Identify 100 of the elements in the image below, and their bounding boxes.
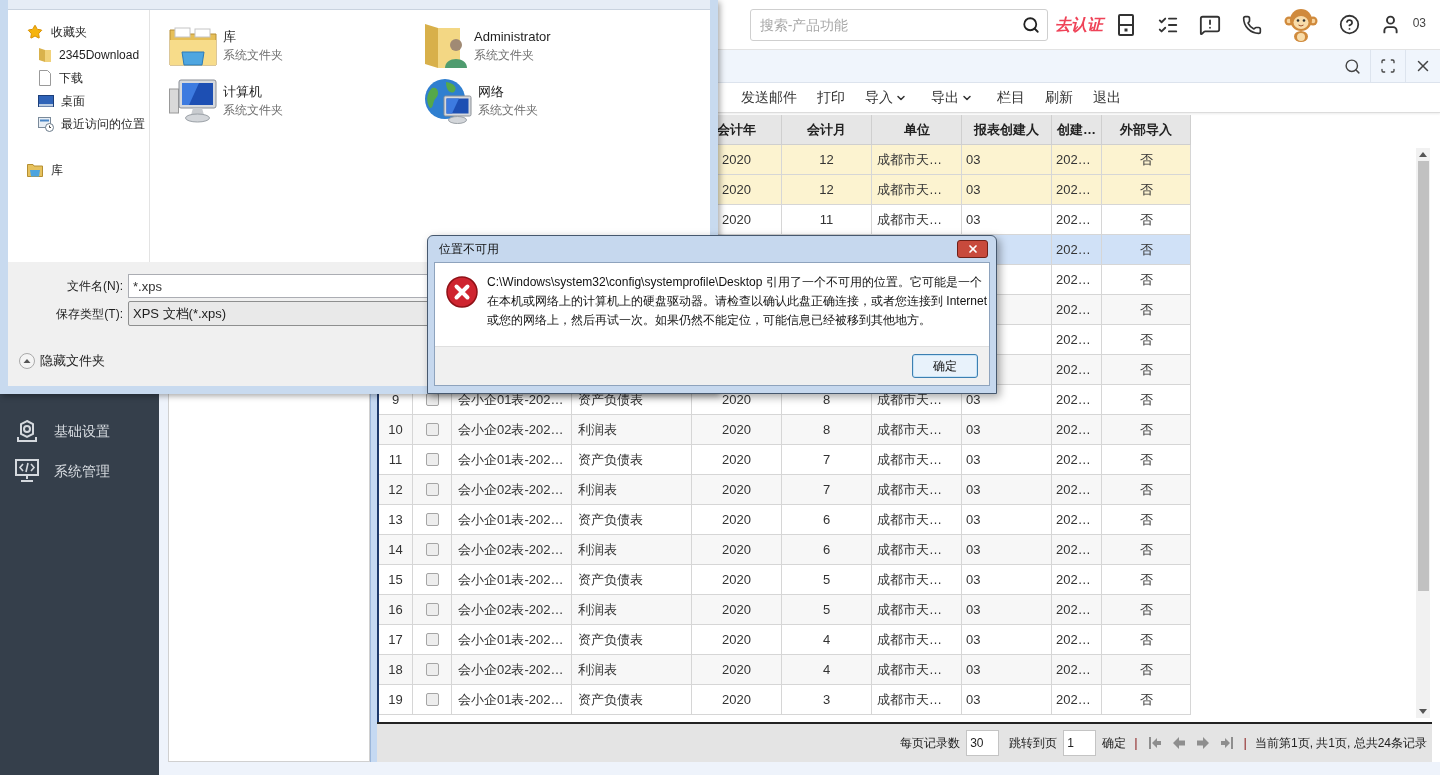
monkey-icon[interactable] xyxy=(1283,7,1318,42)
folder-item[interactable]: 计算机 系统文件夹 xyxy=(169,73,424,128)
column-header[interactable]: 创建… xyxy=(1052,115,1102,145)
column-header[interactable]: 外部导入 xyxy=(1102,115,1191,145)
toolbar-button[interactable]: 退出 xyxy=(1093,87,1121,108)
close-icon xyxy=(966,243,979,255)
page-size-field[interactable]: 30 xyxy=(966,730,1000,756)
nav-item[interactable]: 库 xyxy=(8,158,149,181)
folder-type: 系统文件夹 xyxy=(223,101,283,118)
toolbar-button[interactable]: 导入 xyxy=(865,87,907,108)
table-cell: 12 xyxy=(782,175,872,205)
table-cell: 会小企01表-202… xyxy=(452,445,572,475)
table-cell: 3 xyxy=(782,685,872,715)
nav-item[interactable]: 最近访问的位置 xyxy=(8,112,149,135)
table-cell: 17 xyxy=(379,625,413,655)
first-page-icon[interactable] xyxy=(1147,736,1162,750)
file-name-label: 文件名(N): xyxy=(66,278,124,295)
table-cell: 19 xyxy=(379,685,413,715)
nav-item[interactable]: 桌面 xyxy=(8,89,149,112)
previous-page-icon[interactable] xyxy=(1171,736,1186,750)
table-cell: 2020 xyxy=(692,415,782,445)
folder-item[interactable]: Administrator 系统文件夹 xyxy=(424,18,679,73)
toolbar-button[interactable]: 导出 xyxy=(931,87,973,108)
table-cell: 否 xyxy=(1102,145,1191,175)
folder-item[interactable]: 库 系统文件夹 xyxy=(169,18,424,73)
row-checkbox[interactable] xyxy=(425,543,439,556)
table-cell: 03 xyxy=(962,175,1052,205)
scrollbar-thumb[interactable] xyxy=(1417,161,1429,591)
confirm-button[interactable]: 确定 xyxy=(1102,734,1127,752)
table-cell: 14 xyxy=(379,535,413,565)
row-checkbox[interactable] xyxy=(425,513,439,526)
table-cell: 03 xyxy=(962,475,1052,505)
table-cell: 7 xyxy=(782,445,872,475)
table-cell: 03 xyxy=(962,505,1052,535)
folder-item[interactable]: 网络 系统文件夹 xyxy=(424,73,679,128)
row-checkbox[interactable] xyxy=(425,483,439,496)
table-cell: 03 xyxy=(962,655,1052,685)
star-icon xyxy=(27,23,43,40)
row-checkbox[interactable] xyxy=(425,693,439,706)
row-checkbox[interactable] xyxy=(425,633,439,646)
row-checkbox[interactable] xyxy=(425,573,439,586)
nav-item[interactable]: 收藏夹 xyxy=(8,20,149,43)
nav-item[interactable]: 下载 xyxy=(8,66,149,89)
table-cell: 成都市天… xyxy=(872,205,962,235)
toolbar-button[interactable]: 刷新 xyxy=(1045,87,1073,108)
scroll-down-icon[interactable] xyxy=(1419,709,1427,714)
row-checkbox[interactable] xyxy=(425,423,439,436)
table-cell: 资产负债表 xyxy=(572,505,692,535)
sidebar-item[interactable]: 基础设置 xyxy=(0,411,159,451)
next-page-icon[interactable] xyxy=(1195,736,1210,750)
toolbar-button[interactable]: 栏目 xyxy=(997,87,1025,108)
table-cell: 202… xyxy=(1052,685,1102,715)
table-cell: 否 xyxy=(1102,475,1191,505)
search-field[interactable]: 搜索-产品功能 xyxy=(749,8,1048,41)
table-cell: 202… xyxy=(1052,565,1102,595)
toolbar-button[interactable]: 打印 xyxy=(817,87,845,108)
toolbar-button[interactable]: 发送邮件 xyxy=(741,87,797,108)
table-cell: 202… xyxy=(1052,385,1102,415)
search-icon[interactable] xyxy=(1344,57,1361,75)
table-cell: 202… xyxy=(1052,205,1102,235)
last-page-icon[interactable] xyxy=(1219,736,1234,750)
table-cell: 利润表 xyxy=(572,415,692,445)
table-cell: 202… xyxy=(1052,595,1102,625)
table-cell: 否 xyxy=(1102,235,1191,265)
page-summary: 当前第1页, 共1页, 总共24条记录 xyxy=(1254,735,1427,752)
help-icon[interactable] xyxy=(1339,14,1361,35)
column-header[interactable]: 单位 xyxy=(872,115,962,145)
row-checkbox[interactable] xyxy=(425,663,439,676)
hide-folders-button[interactable]: 隐藏文件夹 xyxy=(19,351,105,371)
page-field[interactable]: 1 xyxy=(1063,730,1097,756)
column-header[interactable]: 报表创建人 xyxy=(962,115,1052,145)
table-cell: 11 xyxy=(782,205,872,235)
phone-icon[interactable] xyxy=(1241,14,1262,35)
table-cell: 成都市天… xyxy=(872,625,962,655)
scroll-up-icon[interactable] xyxy=(1419,152,1427,157)
table-cell: 会小企02表-202… xyxy=(452,535,572,565)
error-icon xyxy=(446,276,478,308)
row-checkbox[interactable] xyxy=(425,603,439,616)
row-checkbox[interactable] xyxy=(425,453,439,466)
table-cell: 成都市天… xyxy=(872,175,962,205)
table-cell: 2020 xyxy=(692,655,782,685)
sidebar-item[interactable]: 系统管理 xyxy=(0,451,159,491)
column-header[interactable]: 会计月 xyxy=(782,115,872,145)
table-cell: 会小企01表-202… xyxy=(452,505,572,535)
scrollbar[interactable] xyxy=(1416,148,1430,718)
page-size-label: 每页记录数 xyxy=(900,735,961,752)
close-button[interactable] xyxy=(957,240,988,258)
ok-button[interactable]: 确定 xyxy=(912,354,978,378)
table-cell: 2020 xyxy=(692,535,782,565)
nav-item[interactable]: 2345Download xyxy=(8,43,149,66)
folder-name: 库 xyxy=(223,28,237,45)
table-cell: 否 xyxy=(1102,625,1191,655)
table-cell: 03 xyxy=(962,595,1052,625)
table-cell: 202… xyxy=(1052,265,1102,295)
table-cell: 2020 xyxy=(692,445,782,475)
search-icon[interactable] xyxy=(1021,15,1040,34)
device-icon[interactable] xyxy=(1117,13,1134,36)
message-icon[interactable] xyxy=(1198,13,1221,36)
fullscreen-icon[interactable] xyxy=(1380,58,1396,74)
table-cell: 成都市天… xyxy=(872,685,962,715)
